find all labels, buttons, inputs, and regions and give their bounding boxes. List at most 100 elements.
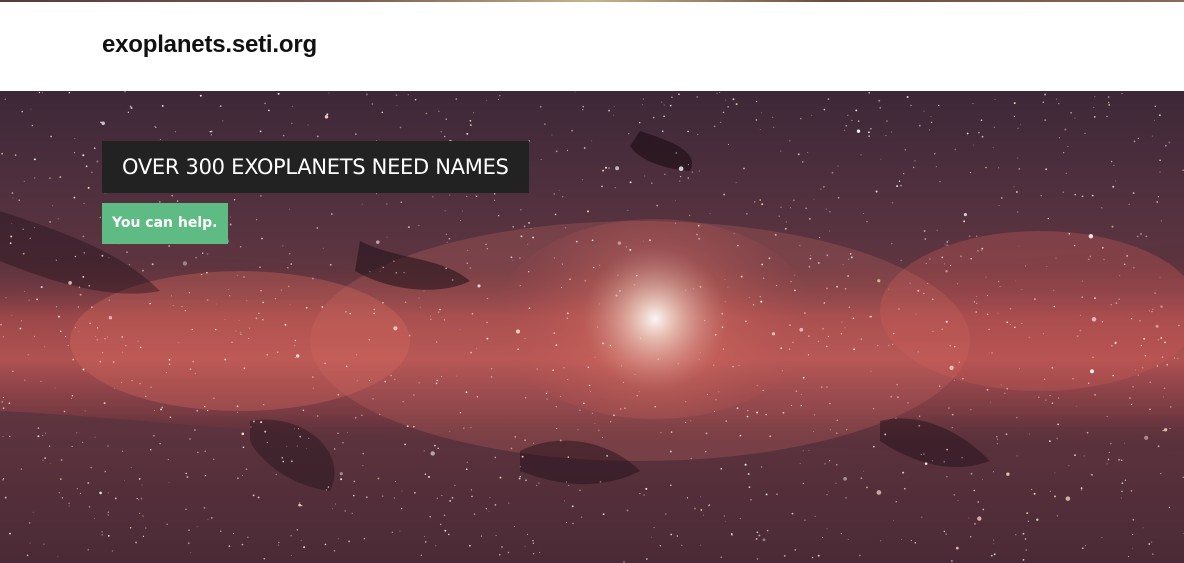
star xyxy=(91,171,93,174)
star xyxy=(263,404,265,406)
star xyxy=(138,478,141,480)
star xyxy=(1055,98,1057,100)
star xyxy=(73,196,76,199)
star xyxy=(11,223,13,225)
star xyxy=(408,334,411,337)
star xyxy=(954,379,956,381)
star xyxy=(651,182,653,184)
star xyxy=(528,140,531,142)
star xyxy=(291,105,293,107)
star xyxy=(836,464,838,466)
star xyxy=(353,480,356,483)
star xyxy=(685,289,687,291)
star xyxy=(57,218,59,220)
star xyxy=(73,152,76,154)
star xyxy=(561,263,563,265)
star xyxy=(510,256,513,259)
star xyxy=(59,176,62,178)
star xyxy=(204,405,206,408)
star xyxy=(840,533,842,535)
star xyxy=(214,328,217,331)
star xyxy=(1163,387,1166,390)
star xyxy=(1013,186,1015,188)
star xyxy=(294,339,296,342)
star xyxy=(159,442,161,445)
star xyxy=(435,545,437,547)
star xyxy=(84,410,86,412)
star xyxy=(657,358,659,360)
star xyxy=(287,267,289,269)
star xyxy=(1148,543,1151,545)
star xyxy=(470,426,472,428)
star xyxy=(494,456,497,459)
star xyxy=(893,332,895,335)
star xyxy=(750,499,752,501)
star xyxy=(1086,431,1089,434)
star xyxy=(731,533,733,536)
star xyxy=(532,552,535,555)
star xyxy=(50,135,52,138)
star xyxy=(536,484,538,487)
star xyxy=(575,240,578,243)
star xyxy=(402,401,404,403)
star xyxy=(286,445,288,447)
star xyxy=(331,213,333,215)
star xyxy=(829,429,831,431)
star xyxy=(373,312,375,315)
star xyxy=(390,374,393,377)
star xyxy=(203,507,206,509)
star xyxy=(775,284,778,287)
star xyxy=(430,318,432,320)
star xyxy=(239,332,241,334)
star xyxy=(747,410,749,412)
star xyxy=(49,463,51,465)
star xyxy=(552,369,554,372)
star xyxy=(1154,119,1155,121)
star xyxy=(760,112,762,114)
you-can-help-button[interactable]: You can help. xyxy=(102,203,228,244)
star xyxy=(114,497,117,500)
star xyxy=(789,324,791,326)
star xyxy=(696,95,699,98)
star xyxy=(1165,145,1167,147)
star xyxy=(727,143,730,146)
star xyxy=(1022,559,1025,561)
star xyxy=(765,493,768,496)
star xyxy=(196,526,198,528)
star xyxy=(326,113,329,116)
star xyxy=(107,535,110,537)
star xyxy=(594,356,596,358)
star xyxy=(44,457,46,459)
star xyxy=(556,427,558,430)
star xyxy=(1038,396,1040,398)
star xyxy=(290,263,292,265)
star xyxy=(1168,141,1171,144)
star xyxy=(970,409,972,411)
star xyxy=(852,317,855,320)
star xyxy=(554,213,557,216)
star xyxy=(23,379,26,382)
star xyxy=(32,511,34,513)
star xyxy=(280,289,282,291)
star xyxy=(369,270,371,273)
star xyxy=(900,259,903,262)
star xyxy=(936,229,938,231)
site-brand-link[interactable]: exoplanets.seti.org xyxy=(102,31,317,59)
star xyxy=(108,299,110,301)
star xyxy=(1160,220,1163,222)
star xyxy=(665,513,667,515)
star xyxy=(375,193,378,195)
star xyxy=(878,99,881,102)
star xyxy=(1093,115,1096,118)
star xyxy=(835,482,837,484)
star xyxy=(780,206,782,208)
star xyxy=(743,167,745,170)
star xyxy=(799,244,801,247)
star xyxy=(1021,322,1023,325)
star xyxy=(931,298,934,301)
star xyxy=(551,134,553,136)
star xyxy=(1013,326,1016,329)
star xyxy=(736,407,739,410)
star xyxy=(491,368,493,370)
star xyxy=(23,290,26,293)
